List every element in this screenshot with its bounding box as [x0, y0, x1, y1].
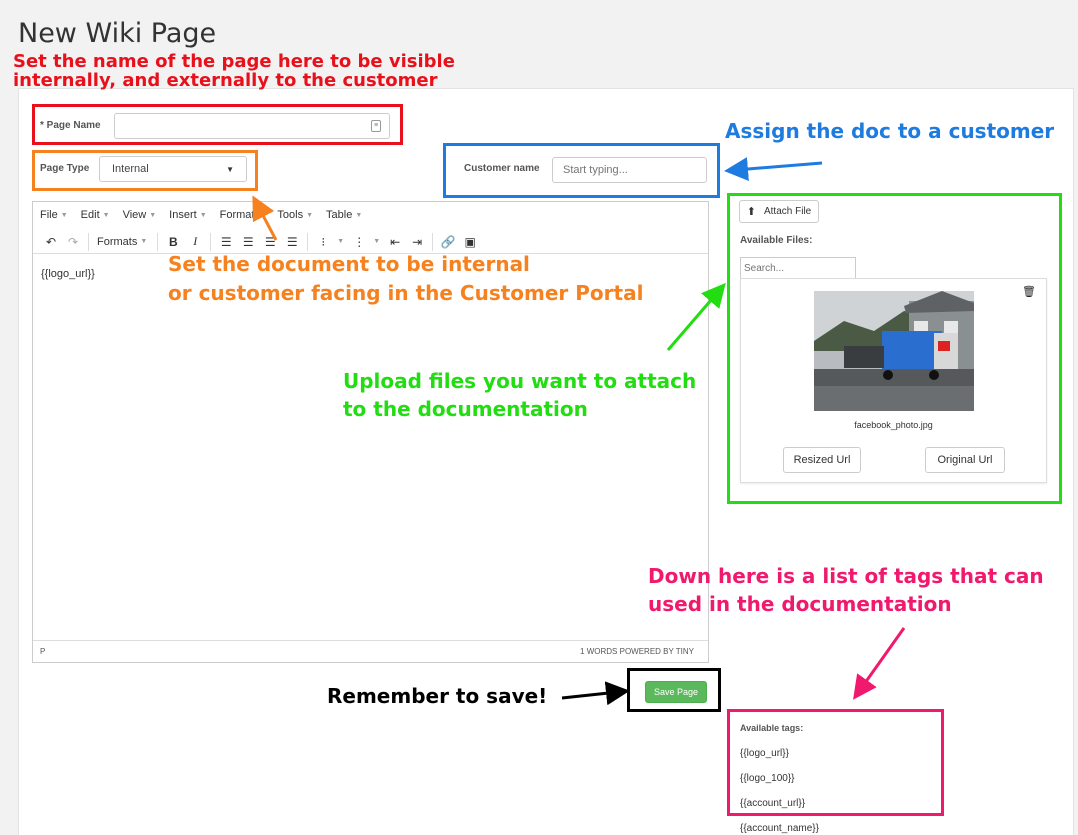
italic-icon[interactable]: I: [184, 232, 206, 252]
word-count: 1 WORDS POWERED BY TINY: [580, 647, 694, 656]
align-right-icon[interactable]: ☰: [259, 232, 281, 252]
customer-name-highlight: [443, 143, 720, 198]
page-title: New Wiki Page: [18, 18, 217, 49]
editor-content[interactable]: {{logo_url}}: [41, 268, 95, 280]
align-justify-icon[interactable]: ☰: [281, 232, 303, 252]
align-left-icon[interactable]: ☰: [215, 232, 237, 252]
link-icon[interactable]: 🔗: [437, 232, 459, 252]
menu-format[interactable]: Format ▼: [220, 209, 265, 221]
menu-table[interactable]: Table ▼: [326, 209, 362, 221]
editor-statusbar: P 1 WORDS POWERED BY TINY: [33, 640, 708, 662]
image-icon[interactable]: ▣: [459, 232, 481, 252]
tags-highlight: [727, 709, 944, 816]
page-type-highlight: [32, 150, 258, 191]
element-path: P: [40, 647, 46, 656]
bold-icon[interactable]: B: [162, 232, 184, 252]
tags-note: Down here is a list of tags that can use…: [648, 564, 1044, 616]
menu-edit[interactable]: Edit ▼: [81, 209, 110, 221]
numbered-list-icon[interactable]: ⋮: [348, 232, 370, 252]
menu-insert[interactable]: Insert ▼: [169, 209, 206, 221]
save-note: Remember to save!: [327, 684, 548, 708]
tag-item: {{account_name}}: [740, 823, 819, 834]
bullet-list-icon[interactable]: ⁝: [312, 232, 334, 252]
files-highlight: [727, 193, 1062, 504]
formats-dropdown[interactable]: Formats ▼: [97, 236, 147, 248]
undo-icon[interactable]: ↶: [40, 232, 62, 252]
menu-tools[interactable]: Tools ▼: [277, 209, 313, 221]
save-highlight: [627, 668, 721, 712]
indent-icon[interactable]: ⇥: [406, 232, 428, 252]
align-center-icon[interactable]: ☰: [237, 232, 259, 252]
upload-note: Upload files you want to attach to the d…: [343, 369, 697, 421]
page-name-note: Set the name of the page here to be visi…: [13, 51, 455, 91]
outdent-icon[interactable]: ⇤: [384, 232, 406, 252]
customer-note: Assign the doc to a customer: [725, 119, 1055, 143]
editor-menubar: File ▼ Edit ▼ View ▼ Insert ▼ Format ▼ Tools ▼…: [33, 202, 708, 228]
menu-view[interactable]: View ▼: [123, 209, 157, 221]
page-name-highlight: [32, 104, 403, 145]
page-type-note: Set the document to be internal or custo…: [168, 252, 644, 305]
redo-icon[interactable]: ↷: [62, 232, 84, 252]
menu-file[interactable]: File ▼: [40, 209, 68, 221]
